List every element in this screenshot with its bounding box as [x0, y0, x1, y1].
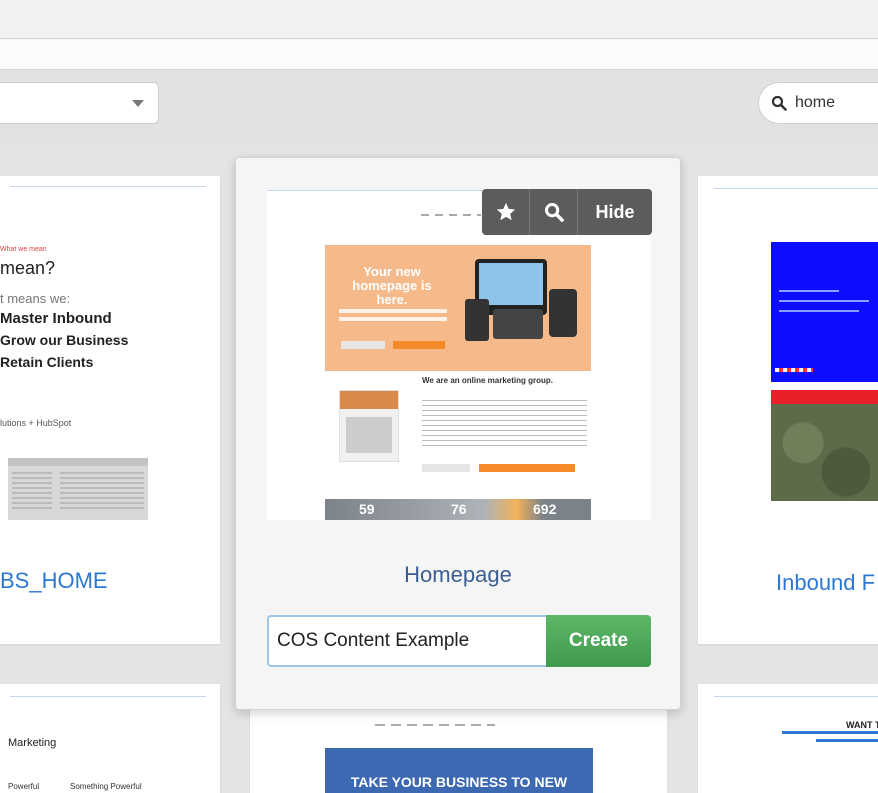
section-heading: We are an online marketing group. [422, 376, 553, 385]
hide-button[interactable]: Hide [578, 189, 652, 235]
bullet-item: Retain Clients [0, 354, 94, 370]
template-title[interactable]: Inbound F [776, 570, 875, 596]
template-card-inbound[interactable]: Inbound F [698, 176, 878, 644]
blue-preview-block [771, 242, 878, 382]
phone-mockup [549, 289, 577, 337]
card-divider [714, 696, 878, 697]
search-box[interactable] [758, 82, 878, 124]
text-line [782, 731, 878, 734]
hero-title: Your new [363, 264, 421, 279]
banner-text: TAKE YOUR BUSINESS TO NEW [350, 774, 568, 790]
stats-bar: 59 76 692 [325, 499, 591, 520]
secondary-bar [0, 39, 878, 70]
stat-value: 692 [533, 501, 557, 517]
preview-action-bar: Hide [482, 189, 652, 235]
template-card-business[interactable]: TAKE YOUR BUSINESS TO NEW [250, 710, 667, 793]
nav-links [421, 214, 481, 216]
search-icon [771, 95, 787, 111]
card-divider [10, 696, 206, 697]
template-heading: Marketing [8, 737, 57, 749]
text-line [816, 739, 878, 742]
stat-value: 59 [359, 501, 375, 517]
column-label: Something Powerful [70, 782, 142, 791]
tablet-mockup [465, 299, 489, 341]
ebook-thumbnail [339, 390, 399, 462]
content-table-thumbnail [8, 458, 148, 520]
template-card-bs-home[interactable]: What we mean mean? t means we: Master In… [0, 176, 220, 644]
template-card-want[interactable]: WANT T [698, 684, 878, 793]
map-image [771, 404, 878, 501]
chevron-down-icon[interactable] [132, 100, 144, 107]
star-icon [496, 202, 515, 221]
column-label: Powerful [8, 782, 40, 791]
hero-banner: Your new homepage is here. [325, 245, 591, 371]
template-title[interactable]: Homepage [236, 562, 680, 588]
nav-links [375, 724, 495, 726]
page-name-input[interactable] [267, 615, 547, 667]
banner: TAKE YOUR BUSINESS TO NEW [325, 748, 593, 793]
stat-value: 76 [451, 501, 467, 517]
template-card-homepage[interactable]: Your new homepage is here. We are an onl… [235, 157, 681, 710]
template-heading: WANT T [846, 720, 878, 730]
template-subheading: t means we: [0, 291, 71, 306]
bullet-item: Master Inbound [0, 310, 112, 327]
template-heading: mean? [0, 258, 56, 278]
template-preview[interactable]: Your new homepage is here. We are an onl… [267, 190, 651, 520]
template-filter-dropdown[interactable] [0, 82, 159, 124]
search-icon [544, 203, 564, 222]
template-card-marketing[interactable]: Marketing Powerful Something Powerful [0, 684, 220, 793]
top-bar [0, 0, 878, 39]
card-divider [10, 186, 206, 187]
template-tag: What we mean [0, 246, 47, 253]
card-divider [714, 188, 878, 189]
bullet-item: Grow our Business [0, 332, 129, 348]
preview-zoom-button[interactable] [530, 189, 578, 235]
laptop-mockup [493, 309, 543, 339]
hero-title: homepage is here. [352, 278, 432, 307]
partner-text: lutions + HubSpot [0, 418, 72, 428]
favorite-button[interactable] [482, 189, 530, 235]
red-nav-bar [771, 390, 878, 404]
body-text-lines [422, 400, 587, 450]
template-title[interactable]: BS_HOME [0, 568, 108, 594]
search-input[interactable] [795, 92, 878, 114]
create-button[interactable]: Create [546, 615, 651, 667]
